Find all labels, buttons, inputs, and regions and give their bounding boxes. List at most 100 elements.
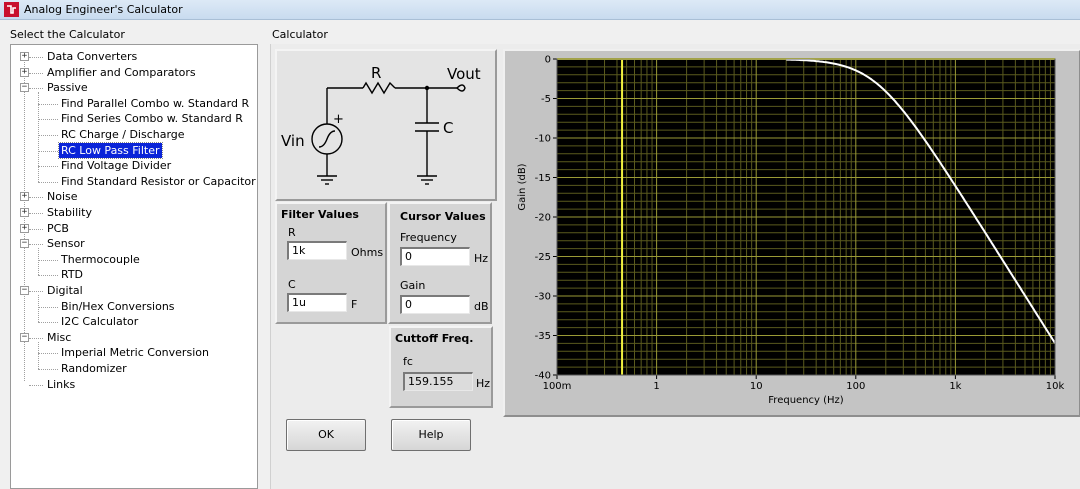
app-logo-icon (4, 2, 19, 17)
calculator-tree[interactable]: Data Converters + Amplifier and Comparator… (10, 44, 258, 489)
tree-item-imperial-metric-conversion[interactable]: Imperial Metric Conversion (59, 345, 211, 360)
bode-plot[interactable]: 100m 1 10 100 1k 10k 0 -5 -10 -15 -20 -25 -30 -35 -40 F… (505, 51, 1079, 415)
expand-icon[interactable]: + (20, 223, 29, 233)
tree-item-find-standard-resistor-or-capacitor[interactable]: Find Standard Resistor or Capacitor (59, 174, 258, 189)
tree-connector (29, 291, 43, 292)
tree-connector (29, 72, 43, 74)
tree-item-rc-low-pass-filter[interactable]: RC Low Pass Filter (58, 141, 163, 159)
tree-item-label: Sensor (47, 237, 85, 251)
tree-item-label: RC Charge / Discharge (61, 128, 185, 141)
y-tick-label: -5 (541, 94, 551, 105)
x-tick-label: 100 (846, 381, 865, 392)
tree-item-label: RTD (61, 268, 84, 282)
tree-connector (38, 353, 58, 355)
tree-item-data-converters[interactable]: Data Converters (45, 49, 139, 64)
frequency-unit: Hz (474, 252, 489, 265)
y-tick-label: -10 (535, 134, 551, 145)
junction-dot (424, 85, 430, 91)
tree-connector (29, 197, 43, 199)
tree-item-label: Bin/Hex Conversions (61, 299, 175, 313)
tree-item-label: Find Parallel Combo w. Standard R (61, 96, 250, 110)
tree-item-find-parallel-combo-w-standard-r[interactable]: Find Parallel Combo w. Standard R (59, 96, 251, 111)
tree-item-label: Noise (47, 190, 78, 204)
label-vout: Vout (447, 65, 481, 83)
tree-item-label: Imperial Metric Conversion (61, 346, 209, 360)
tree-item-find-voltage-divider[interactable]: Find Voltage Divider (59, 158, 173, 173)
expand-icon[interactable]: + (20, 208, 29, 217)
frequency-input[interactable]: 0 (400, 247, 470, 266)
tree-item-thermocouple[interactable]: Thermocouple (59, 252, 142, 267)
c-unit: F (351, 298, 358, 311)
tree-item-label: Find Voltage Divider (61, 159, 172, 173)
frequency-label: Frequency (400, 231, 457, 244)
tree-item-rc-charge-discharge[interactable]: RC Charge / Discharge (59, 127, 187, 142)
collapse-icon[interactable]: − (20, 239, 29, 249)
tree-item-label: Thermocouple (61, 252, 140, 266)
label-c: C (443, 119, 453, 137)
expand-icon[interactable]: + (20, 192, 29, 202)
x-axis-title: Frequency (Hz) (768, 395, 844, 406)
tree-connector (38, 135, 58, 136)
tree-item-amplifier-and-comparators[interactable]: Amplifier and Comparators (45, 65, 198, 80)
cutoff-panel: Cuttoff Freq. fc 159.155 Hz (389, 326, 493, 408)
c-label: C (288, 278, 296, 291)
fc-output: 159.155 (403, 372, 473, 391)
tree-item-label: Digital (47, 284, 83, 297)
tree-item-find-series-combo-w-standard-r[interactable]: Find Series Combo w. Standard R (59, 111, 245, 126)
tree-item-sensor[interactable]: Sensor (45, 236, 87, 251)
tree-item-noise[interactable]: Noise (45, 189, 80, 204)
ok-button[interactable]: OK (286, 419, 366, 451)
c-input[interactable]: 1u (287, 293, 347, 312)
tree-connector (38, 166, 58, 168)
tree-item-label: Find Standard Resistor or Capacitor (61, 174, 256, 188)
schematic-panel: R Vout C Vin + (275, 49, 497, 201)
tree-item-label: Misc (47, 330, 72, 344)
cursor-values-panel: Cursor Values Frequency 0 Hz Gain 0 dB (388, 202, 492, 324)
tree-item-stability[interactable]: Stability (45, 205, 94, 220)
tree-connector (38, 275, 58, 277)
tree-item-links[interactable]: Links (45, 377, 77, 392)
tree-item-rtd[interactable]: RTD (59, 267, 85, 282)
tree-connector (38, 322, 58, 324)
select-calculator-label: Select the Calculator (10, 28, 125, 41)
tree-branch-line (38, 248, 39, 276)
help-button[interactable]: Help (391, 419, 471, 451)
cursor-values-title: Cursor Values (400, 210, 486, 223)
tree-connector (29, 384, 43, 386)
tree-connector (29, 228, 43, 230)
tree-item-passive[interactable]: Passive (45, 80, 90, 95)
tree-item-pcb[interactable]: PCB (45, 221, 71, 236)
r-input[interactable]: 1k (287, 241, 347, 260)
collapse-icon[interactable]: − (20, 332, 29, 342)
collapse-icon[interactable]: − (20, 83, 29, 93)
window-title: Analog Engineer's Calculator (24, 3, 183, 16)
y-tick-label: -25 (535, 252, 551, 263)
tree-item-bin-hex-conversions[interactable]: Bin/Hex Conversions (59, 299, 177, 314)
tree-item-randomizer[interactable]: Randomizer (59, 361, 129, 376)
tree-item-i2c-calculator[interactable]: I2C Calculator (59, 314, 140, 329)
x-tick-label: 100m (543, 381, 572, 392)
x-tick-label: 1 (653, 381, 659, 392)
tree-item-label: Links (47, 377, 76, 391)
y-tick-label: 0 (545, 55, 551, 66)
tree-item-label: I2C Calculator (61, 315, 139, 329)
gain-input[interactable]: 0 (400, 295, 470, 314)
tree-item-misc[interactable]: Misc (45, 330, 73, 345)
collapse-icon[interactable]: − (20, 286, 29, 295)
tree-branch-line (38, 341, 39, 369)
bode-plot-frame: 100m 1 10 100 1k 10k 0 -5 -10 -15 -20 -25 -30 -35 -40 F… (503, 49, 1080, 417)
tree-connector (29, 88, 43, 90)
y-tick-label: -15 (535, 173, 551, 184)
y-tick-label: -40 (535, 371, 551, 382)
fc-label: fc (403, 355, 413, 368)
expand-icon[interactable]: + (20, 52, 29, 61)
tree-connector (38, 181, 58, 183)
expand-icon[interactable]: + (20, 67, 29, 77)
filter-values-title: Filter Values (281, 208, 359, 221)
gain-label: Gain (400, 279, 426, 292)
tree-item-label: Stability (47, 206, 93, 219)
tree-connector (38, 259, 58, 261)
tree-item-digital[interactable]: Digital (45, 283, 85, 298)
tree-connector (29, 337, 43, 339)
label-r: R (371, 64, 381, 82)
